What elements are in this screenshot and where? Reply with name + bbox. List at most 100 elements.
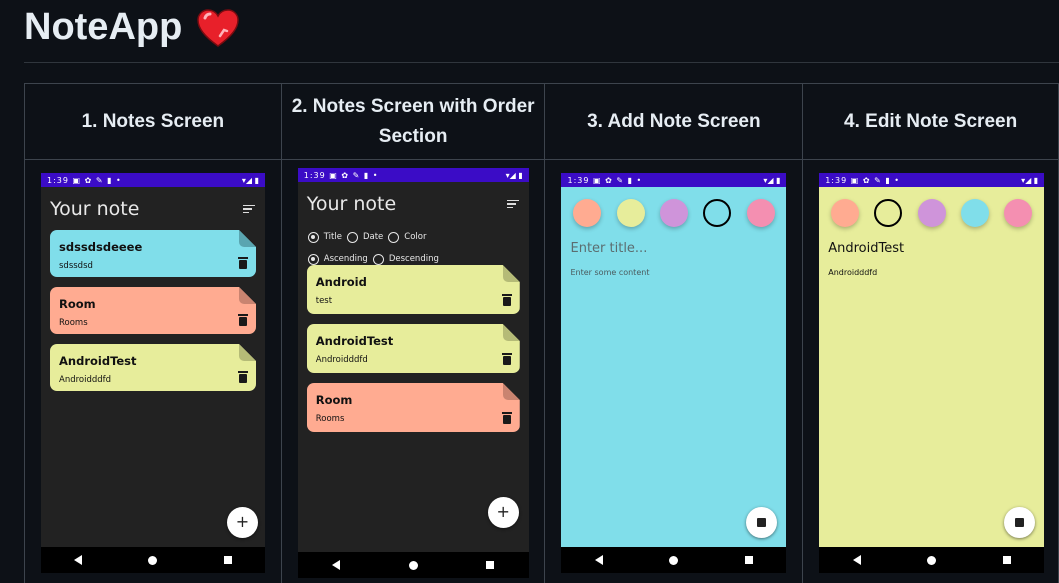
status-time: 1:39	[567, 175, 590, 185]
home-icon[interactable]	[927, 555, 937, 565]
radio-label: Descending	[388, 254, 439, 264]
navigation-bar	[819, 547, 1045, 573]
radio-color[interactable]	[388, 231, 400, 243]
delete-icon[interactable]	[239, 260, 247, 269]
note-card[interactable]: AndroidTest Androidddfd	[307, 324, 520, 373]
recents-icon[interactable]	[1002, 556, 1011, 564]
status-time: 1:39	[47, 175, 69, 185]
content-input[interactable]: Androidddfd	[828, 268, 1044, 277]
note-title: Android	[315, 275, 367, 289]
column-header-notes: 1. Notes Screen	[24, 83, 282, 160]
recents-icon[interactable]	[486, 561, 495, 569]
note-card[interactable]: Room Rooms	[50, 287, 256, 334]
note-title: sdssdsdeeee	[59, 240, 143, 254]
status-icons: ▣ ✿ ✎ ▮ •	[593, 175, 643, 185]
home-icon[interactable]	[408, 560, 418, 570]
fold-corner	[239, 230, 256, 247]
radio-label: Color	[404, 232, 427, 242]
screen-heading: Your note	[50, 198, 140, 220]
status-right-icons: ▾◢ ▮	[1021, 175, 1039, 185]
column-header-edit: 4. Edit Note Screen	[802, 83, 1059, 160]
radio-descending[interactable]	[372, 253, 384, 265]
note-title: Room	[59, 297, 96, 311]
content-input[interactable]: Enter some content	[570, 268, 786, 277]
note-content: Rooms	[59, 318, 88, 328]
phone-edit-screen: 1:39 ▣ ✿ ✎ ▮ • ▾◢ ▮ AndroidTest Androidd…	[819, 173, 1045, 573]
note-card[interactable]: AndroidTest Androidddfd	[50, 344, 256, 391]
back-icon[interactable]	[74, 555, 83, 565]
radio-label: Title	[323, 232, 342, 242]
note-content: sdssdsd	[59, 261, 93, 271]
color-picker	[561, 187, 786, 227]
screenshots-table: 1. Notes Screen 2. Notes Screen with Ord…	[24, 83, 1059, 583]
status-time: 1:39	[825, 175, 848, 185]
radio-ascending[interactable]	[307, 253, 319, 265]
color-swatch[interactable]	[917, 199, 946, 227]
recents-icon[interactable]	[223, 556, 232, 564]
radio-label: Date	[362, 232, 384, 242]
color-swatch[interactable]	[616, 199, 645, 227]
heart-icon	[197, 8, 240, 47]
status-bar: 1:39 ▣ ✿ ✎ ▮ • ▾◢ ▮	[297, 168, 529, 182]
page-title: NoteApp	[24, 6, 240, 49]
title-input[interactable]: AndroidTest	[828, 241, 1044, 256]
note-content: Androidddfd	[59, 375, 112, 385]
back-icon[interactable]	[852, 555, 861, 565]
sort-icon[interactable]	[243, 204, 255, 214]
color-swatch[interactable]	[1004, 199, 1033, 227]
fold-corner	[503, 383, 520, 400]
title-input[interactable]: Enter title...	[570, 241, 786, 256]
delete-icon[interactable]	[503, 415, 511, 424]
fold-corner	[239, 287, 256, 304]
cell-notes-screen: 1:39 ▣ ✿ ✎ ▮ • ▾◢ ▮ Your note sdssdsdeee…	[24, 159, 282, 583]
color-swatch-selected[interactable]	[874, 199, 903, 227]
color-swatch-selected[interactable]	[703, 199, 732, 227]
screen-header: Your note	[298, 182, 529, 226]
home-icon[interactable]	[148, 555, 158, 565]
status-bar: 1:39 ▣ ✿ ✎ ▮ • ▾◢ ▮	[41, 173, 265, 187]
cell-edit-screen: 1:39 ▣ ✿ ✎ ▮ • ▾◢ ▮ AndroidTest Androidd…	[802, 159, 1059, 583]
phone-add-screen: 1:39 ▣ ✿ ✎ ▮ • ▾◢ ▮ Enter title... Enter…	[561, 173, 787, 573]
note-card[interactable]: Room Rooms	[307, 383, 520, 432]
color-swatch[interactable]	[659, 199, 688, 227]
recents-icon[interactable]	[745, 556, 754, 564]
back-icon[interactable]	[594, 555, 603, 565]
column-header-order: 2. Notes Screen with Order Section	[280, 83, 546, 160]
fold-corner	[503, 324, 520, 341]
color-swatch[interactable]	[830, 199, 859, 227]
navigation-bar	[561, 547, 787, 573]
radio-date[interactable]	[346, 231, 358, 243]
status-icons: ▣ ✿ ✎ ▮ •	[329, 170, 379, 180]
app-title: NoteApp	[24, 6, 183, 48]
back-icon[interactable]	[332, 560, 341, 570]
screen-header: Your note	[41, 187, 265, 231]
phone-order-screen: 1:39 ▣ ✿ ✎ ▮ • ▾◢ ▮ Your note Title Date…	[297, 168, 529, 578]
title-divider	[24, 62, 1059, 63]
note-card[interactable]: sdssdsdeeee sdssdsd	[50, 230, 256, 277]
color-swatch[interactable]	[746, 199, 775, 227]
delete-icon[interactable]	[503, 297, 511, 306]
color-swatch[interactable]	[573, 199, 602, 227]
color-picker	[819, 187, 1044, 227]
status-icons: ▣ ✿ ✎ ▮ •	[72, 175, 122, 185]
sort-icon[interactable]	[506, 199, 519, 209]
note-title: Room	[315, 393, 353, 407]
save-note-button[interactable]	[746, 507, 778, 538]
radio-title[interactable]	[307, 231, 319, 243]
add-note-button[interactable]: +	[227, 507, 258, 538]
delete-icon[interactable]	[239, 317, 247, 326]
color-swatch[interactable]	[961, 199, 990, 227]
add-note-button[interactable]: +	[487, 497, 519, 528]
delete-icon[interactable]	[239, 374, 247, 383]
status-bar: 1:39 ▣ ✿ ✎ ▮ • ▾◢ ▮	[561, 173, 787, 187]
radio-label: Ascending	[323, 254, 368, 264]
home-icon[interactable]	[669, 555, 679, 565]
phone-notes-screen: 1:39 ▣ ✿ ✎ ▮ • ▾◢ ▮ Your note sdssdsdeee…	[41, 173, 265, 573]
cell-add-screen: 1:39 ▣ ✿ ✎ ▮ • ▾◢ ▮ Enter title... Enter…	[544, 159, 804, 583]
navigation-bar	[297, 552, 529, 578]
save-note-button[interactable]	[1004, 507, 1036, 538]
note-card[interactable]: Android test	[307, 265, 520, 314]
navigation-bar	[41, 547, 265, 573]
delete-icon[interactable]	[503, 356, 511, 365]
note-title: AndroidTest	[315, 334, 394, 348]
